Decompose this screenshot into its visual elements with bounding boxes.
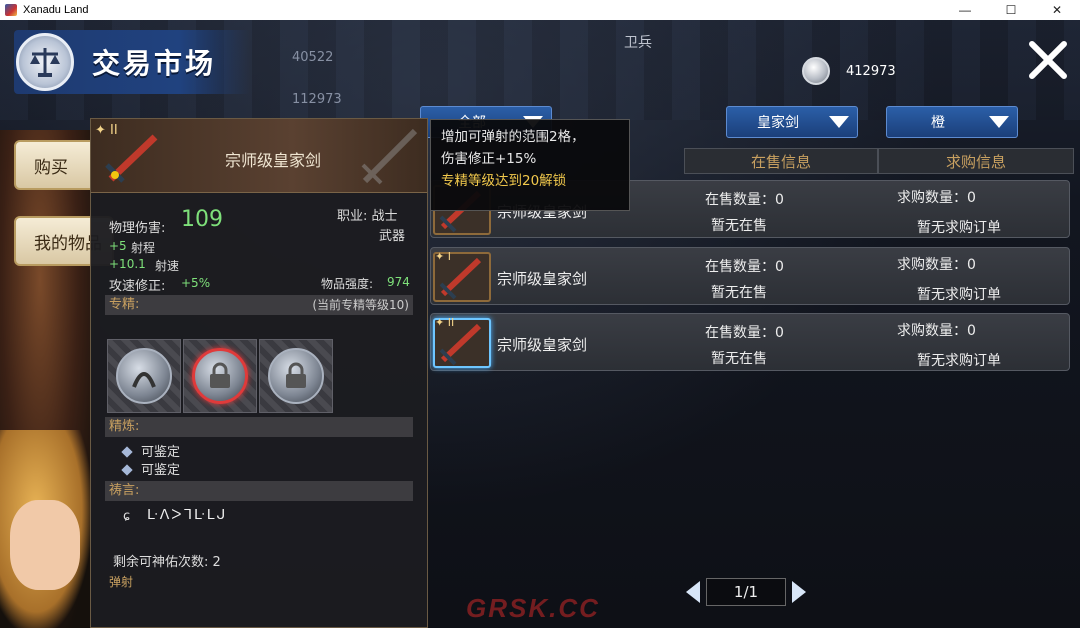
- currency-amount: 412973: [846, 63, 896, 79]
- maximize-button[interactable]: ☐: [988, 0, 1034, 20]
- refine-label: 精炼:: [109, 419, 140, 434]
- game-viewport: 40522 112973 卫兵 交易市场 412973 购买 我的物品 皇家剑 …: [0, 20, 1080, 628]
- buy-status: 暂无求购订单: [917, 287, 1001, 303]
- class-label: 职业: 战士: [337, 209, 398, 224]
- list-item-selected[interactable]: ✦ II 宗师级皇家剑 在售数量：0 暂无在售 求购数量：0 暂无求购订单: [430, 313, 1070, 371]
- coin-icon: [802, 57, 830, 85]
- item-detail-panel: ✦ II 宗师级皇家剑 物理伤害: 109 职业: 战士 武器 +5 射程 +1…: [90, 118, 428, 628]
- item-detail-name: 宗师级皇家剑: [225, 151, 322, 170]
- item-name: 宗师级皇家剑: [497, 270, 588, 288]
- sell-count: 在售数量：0: [705, 192, 784, 208]
- buy-status: 暂无求购订单: [917, 353, 1001, 369]
- item-strength-label: 物品强度:: [321, 277, 374, 291]
- bonus-range-label: 射程: [131, 241, 156, 255]
- quality-dropdown[interactable]: 橙: [886, 106, 1018, 138]
- tooltip-line-3: 专精等级达到20解锁: [441, 173, 567, 189]
- column-header-on-sale: 在售信息: [684, 148, 878, 174]
- sell-status: 暂无在售: [711, 218, 767, 234]
- bonus-speed-value: +10.1: [109, 257, 146, 271]
- currency-display: 412973: [802, 56, 922, 86]
- item-type-label: 武器: [379, 229, 406, 244]
- refine-slot-2: 可鉴定: [121, 459, 180, 478]
- tooltip-line-2: 伤害修正+15%: [441, 151, 537, 167]
- weapon-type-value: 皇家剑: [757, 115, 799, 131]
- lock-icon: [192, 348, 248, 404]
- bonus-speed-label: 射速: [155, 259, 180, 273]
- refine-slot-1: 可鉴定: [121, 441, 180, 460]
- scales-icon: [16, 33, 74, 91]
- specialization-section: 专精: (当前专精等级10): [105, 295, 413, 315]
- sell-status: 暂无在售: [711, 285, 767, 301]
- background-number: 112973: [292, 92, 342, 107]
- prayer-label: 祷言:: [109, 483, 140, 498]
- prayer-hook-icon: ɕ: [123, 509, 131, 524]
- app-icon: [5, 4, 17, 16]
- window-close-button[interactable]: ✕: [1034, 0, 1080, 20]
- tooltip-line-1: 增加可弹射的范围2格，: [441, 129, 585, 145]
- spec-tooltip: 增加可弹射的范围2格， 伤害修正+15% 专精等级达到20解锁: [430, 119, 630, 211]
- buy-status: 暂无求购订单: [917, 220, 1001, 236]
- sell-status: 暂无在售: [711, 351, 767, 367]
- refine-section: 精炼:: [105, 417, 413, 437]
- item-detail-header: ✦ II 宗师级皇家剑: [91, 119, 427, 193]
- tier-label: ✦ II: [435, 316, 455, 329]
- spec-slot-3[interactable]: [259, 339, 333, 413]
- chevron-down-icon: [829, 116, 849, 128]
- attack-speed-value: +5%: [181, 276, 211, 290]
- quality-value: 橙: [931, 115, 945, 131]
- item-strength-value: 974: [387, 275, 410, 289]
- sell-count: 在售数量：0: [705, 325, 784, 341]
- ricochet-skill-icon: [116, 348, 172, 404]
- lock-icon: [268, 348, 324, 404]
- page-header: 交易市场: [14, 30, 250, 94]
- watermark: GRSK.CC: [466, 593, 600, 623]
- specialization-level: (当前专精等级10): [312, 298, 409, 312]
- sword-icon: [101, 129, 161, 189]
- prev-page-icon[interactable]: [686, 581, 700, 603]
- buy-count: 求购数量：0: [897, 190, 976, 206]
- tier-label: ✦ I: [435, 250, 451, 263]
- skill-name: 弹射: [109, 575, 134, 589]
- tier-value: II: [447, 316, 455, 329]
- physical-damage-label: 物理伤害:: [109, 221, 166, 236]
- next-page-icon[interactable]: [792, 581, 806, 603]
- background-guard-label: 卫兵: [624, 35, 652, 51]
- spec-slot-2[interactable]: [183, 339, 257, 413]
- window-titlebar: Xanadu Land — ☐ ✕: [0, 0, 1080, 20]
- weapon-type-dropdown[interactable]: 皇家剑: [726, 106, 858, 138]
- prayer-rune-text: ᒷᐱᐳᒣᒷᒪᒍ: [147, 507, 228, 523]
- minimize-button[interactable]: —: [942, 0, 988, 20]
- bonus-range-value: +5: [109, 239, 127, 253]
- column-header-buy-orders: 求购信息: [878, 148, 1074, 174]
- page-title: 交易市场: [92, 47, 217, 80]
- physical-damage-value: 109: [181, 207, 223, 232]
- buy-tab-label: 购买: [34, 157, 68, 178]
- weapon-type-watermark-icon: [357, 125, 421, 193]
- prayer-section: 祷言:: [105, 481, 413, 501]
- background-character-art: [0, 130, 100, 628]
- specialization-label: 专精:: [109, 297, 140, 312]
- close-icon[interactable]: [1026, 38, 1070, 82]
- item-name: 宗师级皇家剑: [497, 336, 588, 354]
- tier-value: I: [447, 250, 451, 263]
- blessings-remaining: 剩余可神佑次数: 2: [113, 555, 221, 570]
- chevron-down-icon: [989, 116, 1009, 128]
- buy-count: 求购数量：0: [897, 257, 976, 273]
- spec-slot-1[interactable]: [107, 339, 181, 413]
- pagination: 1/1: [686, 576, 806, 608]
- window-title: Xanadu Land: [23, 4, 89, 16]
- background-number: 40522: [292, 50, 334, 65]
- attack-speed-label: 攻速修正:: [109, 279, 166, 294]
- list-item[interactable]: ✦ I 宗师级皇家剑 在售数量：0 暂无在售 求购数量：0 暂无求购订单: [430, 247, 1070, 305]
- buy-count: 求购数量：0: [897, 323, 976, 339]
- page-indicator: 1/1: [706, 578, 786, 606]
- sell-count: 在售数量：0: [705, 259, 784, 275]
